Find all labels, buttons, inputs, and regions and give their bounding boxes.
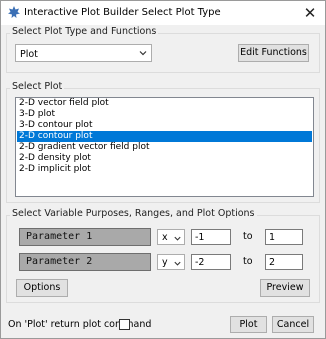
parameter-1-variable: x <box>162 232 168 243</box>
edit-functions-button[interactable]: Edit Functions <box>238 44 309 62</box>
plot-button[interactable]: Plot <box>230 316 267 333</box>
cancel-button[interactable]: Cancel <box>272 316 314 333</box>
list-item[interactable]: 2-D density plot <box>17 153 312 164</box>
list-item[interactable]: 2-D gradient vector field plot <box>17 142 312 153</box>
parameter-2-to-label: to <box>243 256 253 267</box>
chevron-down-icon <box>174 236 181 241</box>
list-item[interactable]: 2-D implicit plot <box>17 164 312 175</box>
title-bar: Interactive Plot Builder Select Plot Typ… <box>1 1 325 25</box>
plot-type-group-label: Select Plot Type and Functions <box>10 26 159 37</box>
variables-group-label: Select Variable Purposes, Ranges, and Pl… <box>10 208 257 219</box>
parameter-1-from-input[interactable]: -1 <box>191 229 231 245</box>
parameter-1-variable-dropdown[interactable]: x <box>157 229 185 245</box>
chevron-down-icon <box>139 51 147 56</box>
options-button[interactable]: Options <box>16 279 68 297</box>
list-item[interactable]: 3-D contour plot <box>17 120 312 131</box>
plot-type-dropdown[interactable]: Plot <box>15 44 152 62</box>
parameter-2-variable-dropdown[interactable]: y <box>157 254 185 270</box>
plot-builder-dialog: Interactive Plot Builder Select Plot Typ… <box>0 0 326 339</box>
parameter-1-label: Parameter 1 <box>19 228 151 246</box>
maple-leaf-icon <box>8 6 20 18</box>
close-icon: ✕ <box>303 4 317 22</box>
close-button[interactable]: ✕ <box>299 3 321 23</box>
parameter-2-to-input[interactable]: 2 <box>265 254 303 270</box>
preview-button[interactable]: Preview <box>260 279 310 297</box>
return-command-checkbox[interactable] <box>119 319 130 330</box>
list-item[interactable]: 2-D vector field plot <box>17 98 312 109</box>
plot-type-value: Plot <box>20 49 38 60</box>
select-plot-group-label: Select Plot <box>10 81 65 92</box>
parameter-2-from-input[interactable]: -2 <box>191 254 231 270</box>
chevron-down-icon <box>174 261 181 266</box>
parameter-1-to-input[interactable]: 1 <box>265 229 303 245</box>
parameter-2-label: Parameter 2 <box>19 253 151 271</box>
window-title: Interactive Plot Builder Select Plot Typ… <box>24 7 221 18</box>
parameter-1-to-label: to <box>243 231 253 242</box>
list-item[interactable]: 3-D plot <box>17 109 312 120</box>
parameter-2-variable: y <box>162 257 168 268</box>
plot-list: 2-D vector field plot 3-D plot 3-D conto… <box>15 97 314 197</box>
list-item-selected[interactable]: 2-D contour plot <box>17 131 312 142</box>
